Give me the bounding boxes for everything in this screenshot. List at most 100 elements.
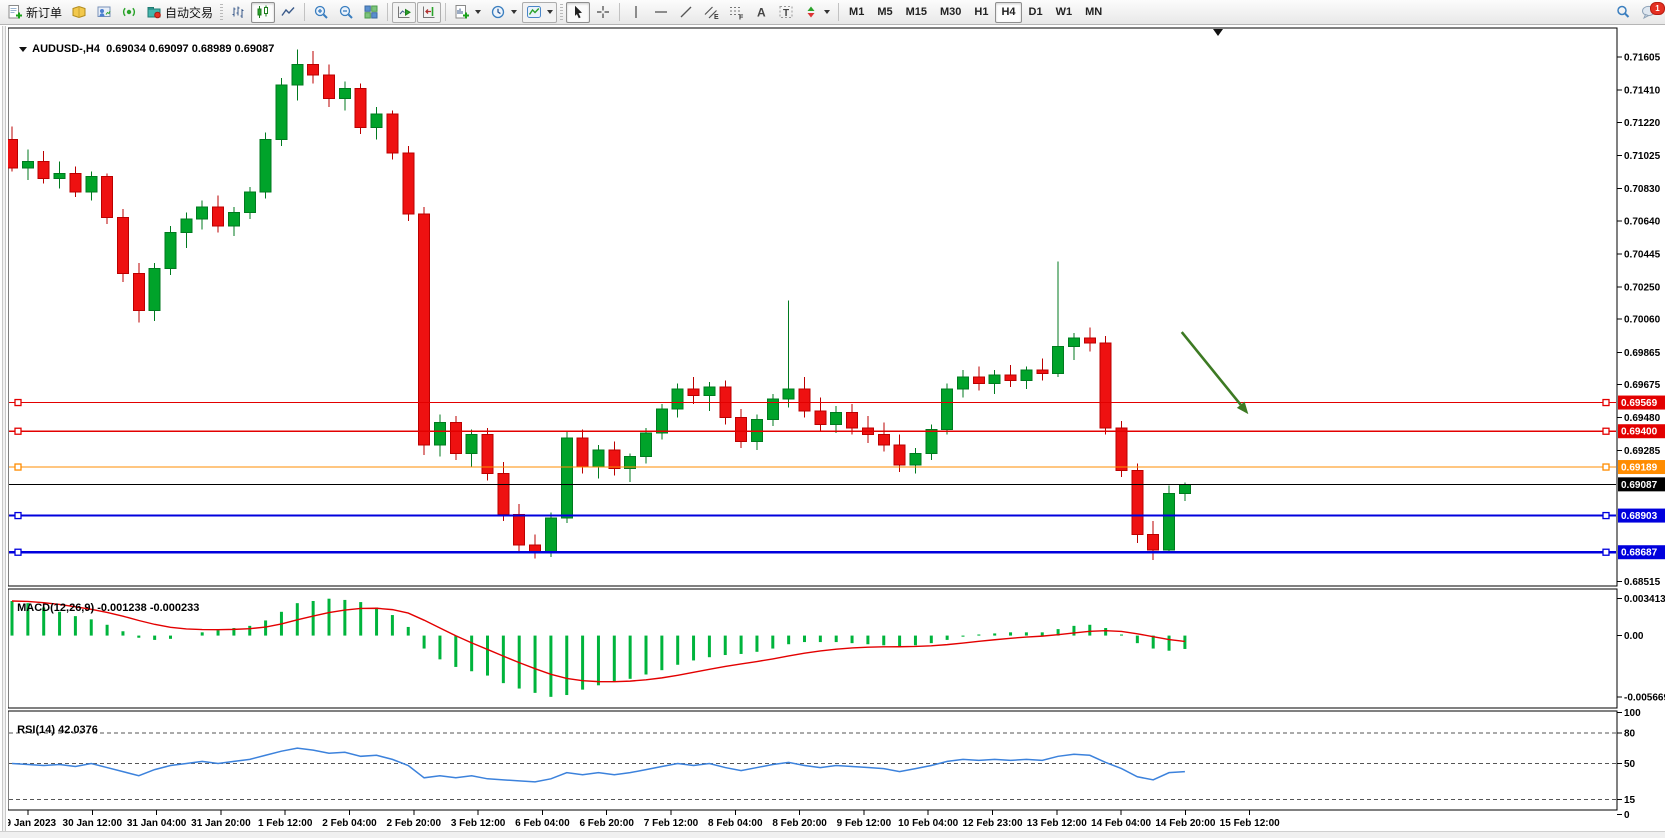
candle — [450, 423, 461, 454]
toolbar-grip — [220, 4, 223, 20]
timeframe-button-H1[interactable]: H1 — [968, 2, 994, 23]
price-axis-label: 0.69675 — [1624, 380, 1661, 391]
line-handle[interactable] — [15, 464, 21, 470]
candle — [530, 545, 541, 552]
navigator-button[interactable] — [92, 2, 116, 23]
search-button[interactable] — [1611, 2, 1635, 23]
candle — [244, 192, 255, 212]
candle — [228, 212, 239, 226]
market-watch-icon — [71, 4, 87, 20]
candle — [482, 435, 493, 474]
price-badge-text: 0.69400 — [1621, 427, 1658, 438]
candle — [973, 377, 984, 384]
timeframe-buttons: M1M5M15M30H1H4D1W1MN — [843, 2, 1108, 23]
price-axis-label: 0.69480 — [1624, 413, 1661, 424]
alerts-button[interactable] — [117, 2, 141, 23]
candle — [1037, 370, 1048, 373]
candle — [165, 233, 176, 269]
window-left-edge — [0, 26, 8, 832]
timeframe-button-M1[interactable]: M1 — [843, 2, 870, 23]
svg-text:F: F — [739, 15, 744, 21]
horizontal-line-button[interactable] — [649, 2, 673, 23]
timeframe-button-M15[interactable]: M15 — [900, 2, 933, 23]
chart-shift-button[interactable] — [417, 2, 441, 23]
trendline-icon — [678, 4, 694, 20]
new-order-button[interactable]: 新订单 — [3, 2, 66, 23]
date-axis-label: 29 Jan 2023 — [0, 818, 57, 829]
toolbar-separator — [304, 3, 305, 21]
macd-axis-label: -0.005669 — [1624, 692, 1665, 703]
candle — [878, 435, 889, 445]
autotrading-button[interactable]: 自动交易 — [142, 2, 217, 23]
line-handle[interactable] — [1603, 428, 1609, 434]
equidistant-channel-icon: E — [703, 4, 719, 20]
line-handle[interactable] — [15, 549, 21, 555]
bar-chart-button[interactable] — [226, 2, 250, 23]
line-handle[interactable] — [15, 513, 21, 519]
indicators-button[interactable] — [522, 2, 557, 23]
equidistant-channel-button[interactable]: E — [699, 2, 723, 23]
candle — [609, 450, 620, 469]
line-handle[interactable] — [1603, 400, 1609, 406]
vertical-line-button[interactable] — [624, 2, 648, 23]
search-icon — [1615, 4, 1631, 20]
line-handle[interactable] — [1603, 464, 1609, 470]
date-axis-label: 8 Feb 20:00 — [772, 818, 827, 829]
notifications-button[interactable]: 1 — [1636, 2, 1662, 23]
candle — [102, 177, 113, 218]
date-axis-label: 30 Jan 12:00 — [63, 818, 123, 829]
date-axis-label: 31 Jan 20:00 — [191, 818, 251, 829]
line-chart-button[interactable] — [276, 2, 300, 23]
date-axis-label: 2 Feb 04:00 — [322, 818, 377, 829]
zoom-out-icon — [338, 4, 354, 20]
candle — [926, 430, 937, 454]
line-handle[interactable] — [1603, 549, 1609, 555]
timeframe-button-D1[interactable]: D1 — [1023, 2, 1049, 23]
zoom-in-button[interactable] — [309, 2, 333, 23]
zoom-in-icon — [313, 4, 329, 20]
fibonacci-button[interactable]: F — [724, 2, 748, 23]
toolbar-separator — [838, 3, 839, 21]
candle — [434, 423, 445, 445]
chart-title[interactable]: AUDUSD-,H4 0.69034 0.69097 0.68989 0.690… — [13, 31, 274, 55]
candle — [783, 389, 794, 399]
timeframe-button-M30[interactable]: M30 — [934, 2, 967, 23]
svg-text:E: E — [714, 14, 719, 20]
trendline-button[interactable] — [674, 2, 698, 23]
candle — [1053, 346, 1064, 373]
zoom-out-button[interactable] — [334, 2, 358, 23]
text-button[interactable]: A — [749, 2, 773, 23]
price-badge-text: 0.69569 — [1621, 398, 1658, 409]
line-handle[interactable] — [15, 428, 21, 434]
arrows-button[interactable] — [799, 2, 834, 23]
candle — [561, 438, 572, 518]
line-handle[interactable] — [1603, 513, 1609, 519]
candle — [1179, 484, 1190, 493]
timeframe-button-MN[interactable]: MN — [1079, 2, 1108, 23]
candle — [54, 173, 65, 178]
chevron-down-icon — [511, 10, 517, 14]
candle — [942, 389, 953, 430]
date-axis-label: 15 Feb 12:00 — [1220, 818, 1280, 829]
cursor-button[interactable] — [566, 2, 590, 23]
periods-button[interactable] — [486, 2, 521, 23]
line-handle[interactable] — [15, 400, 21, 406]
tile-windows-button[interactable] — [359, 2, 383, 23]
text-label-button[interactable]: T — [774, 2, 798, 23]
text-label-icon: T — [778, 4, 794, 20]
price-axis-label: 0.70830 — [1624, 184, 1661, 195]
alerts-icon — [121, 4, 137, 20]
price-axis-label: 0.70060 — [1624, 315, 1661, 326]
candle — [7, 139, 18, 168]
auto-scroll-button[interactable] — [392, 2, 416, 23]
timeframe-button-W1[interactable]: W1 — [1050, 2, 1079, 23]
market-watch-button[interactable] — [67, 2, 91, 23]
candle — [641, 433, 652, 457]
price-axis-label: 0.68515 — [1624, 577, 1661, 588]
timeframe-button-H4[interactable]: H4 — [995, 2, 1021, 23]
timeframe-button-M5[interactable]: M5 — [871, 2, 898, 23]
new-chart-button[interactable] — [450, 2, 485, 23]
candlestick-chart-button[interactable] — [251, 2, 275, 23]
tile-windows-icon — [363, 4, 379, 20]
crosshair-button[interactable] — [591, 2, 615, 23]
